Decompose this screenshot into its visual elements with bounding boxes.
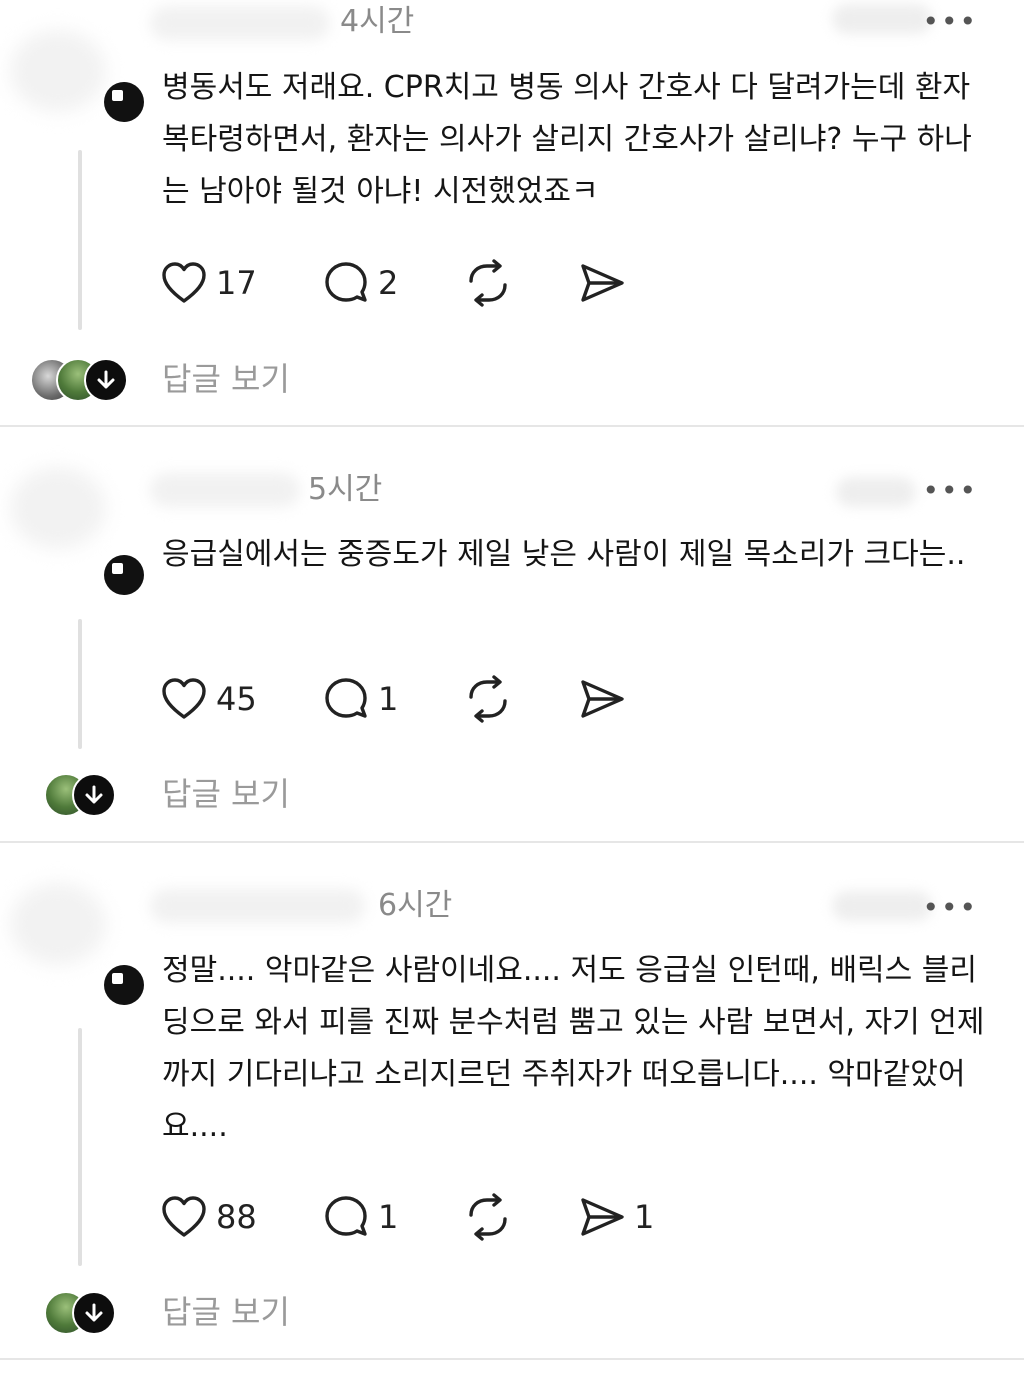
comment-icon <box>325 678 367 718</box>
avatar-blurred[interactable] <box>10 883 106 965</box>
share-button[interactable] <box>578 674 634 724</box>
reply-count: 1 <box>378 680 399 718</box>
share-button[interactable] <box>578 258 634 308</box>
comment-2: 5시간 ••• 응급실에서는 중증도가 제일 낮은 사람이 제일 목소리가 크다… <box>0 427 1024 843</box>
heart-icon <box>162 678 206 719</box>
reply-button[interactable]: 1 <box>322 674 398 724</box>
repost-button[interactable] <box>463 258 513 308</box>
like-button[interactable]: 45 <box>160 674 257 724</box>
avatar-blurred[interactable] <box>10 30 106 112</box>
send-icon <box>581 1198 624 1236</box>
corner-redacted <box>836 477 916 507</box>
thread-line <box>78 150 82 330</box>
more-horizontal-icon[interactable]: ••• <box>922 8 978 36</box>
like-count: 45 <box>216 680 257 718</box>
repost-icon <box>469 259 507 307</box>
arrow-down-icon[interactable] <box>72 1291 116 1335</box>
share-count: 1 <box>634 1198 655 1236</box>
more-horizontal-icon[interactable]: ••• <box>922 894 978 922</box>
view-replies-row[interactable]: 답글 보기 <box>0 1288 1024 1338</box>
repost-icon <box>469 675 507 723</box>
thread-line <box>78 1028 82 1266</box>
username-blurred[interactable] <box>150 6 330 40</box>
comment-icon <box>325 1196 367 1236</box>
comment-1: 4시간 ••• 병동서도 저래요. CPR치고 병동 의사 간호사 다 달려가는… <box>0 0 1024 427</box>
share-button[interactable]: 1 <box>578 1192 654 1242</box>
comment-text: 응급실에서는 중증도가 제일 낮은 사람이 제일 목소리가 크다는.. <box>162 537 966 572</box>
corner-redacted <box>832 4 932 34</box>
like-button[interactable]: 88 <box>160 1192 257 1242</box>
timestamp: 5시간 <box>308 472 383 507</box>
action-bar: 17 2 <box>160 258 640 308</box>
view-replies-row[interactable]: 답글 보기 <box>0 770 1024 820</box>
reply-button[interactable]: 2 <box>322 258 398 308</box>
reply-count: 2 <box>378 264 399 302</box>
heart-icon <box>162 262 206 303</box>
repost-button[interactable] <box>463 1192 513 1242</box>
send-icon <box>581 264 624 302</box>
avatar[interactable] <box>104 82 144 122</box>
repost-icon <box>469 1193 507 1241</box>
action-bar: 88 1 1 <box>160 1192 680 1242</box>
divider <box>0 1358 1024 1360</box>
comment-icon <box>325 262 367 302</box>
avatar-blurred[interactable] <box>10 467 106 549</box>
like-count: 88 <box>216 1198 257 1236</box>
repost-button[interactable] <box>463 674 513 724</box>
avatar[interactable] <box>104 965 144 1005</box>
timestamp: 6시간 <box>378 888 453 923</box>
username-blurred[interactable] <box>150 889 365 923</box>
send-icon <box>581 680 624 718</box>
view-replies-link[interactable]: 답글 보기 <box>162 1292 290 1332</box>
view-replies-link[interactable]: 답글 보기 <box>162 359 290 399</box>
reply-button[interactable]: 1 <box>322 1192 398 1242</box>
arrow-down-icon[interactable] <box>72 773 116 817</box>
comment-3: 6시간 ••• 정말.... 악마같은 사람이네요.... 저도 응급실 인턴때… <box>0 843 1024 1374</box>
corner-redacted <box>832 891 932 921</box>
arrow-down-icon[interactable] <box>84 358 128 402</box>
heart-icon <box>162 1196 206 1237</box>
timestamp: 4시간 <box>340 4 415 39</box>
view-replies-link[interactable]: 답글 보기 <box>162 774 290 814</box>
view-replies-row[interactable]: 답글 보기 <box>0 355 1024 405</box>
username-blurred[interactable] <box>150 473 300 507</box>
like-button[interactable]: 17 <box>160 258 257 308</box>
action-bar: 45 1 <box>160 674 640 724</box>
like-count: 17 <box>216 264 257 302</box>
comment-text: 정말.... 악마같은 사람이네요.... 저도 응급실 인턴때, 배릭스 블리… <box>162 953 985 1144</box>
thread-line <box>78 619 82 749</box>
reply-count: 1 <box>378 1198 399 1236</box>
more-horizontal-icon[interactable]: ••• <box>922 477 978 505</box>
comment-text: 병동서도 저래요. CPR치고 병동 의사 간호사 다 달려가는데 환자복타령하… <box>162 70 972 209</box>
avatar[interactable] <box>104 555 144 595</box>
